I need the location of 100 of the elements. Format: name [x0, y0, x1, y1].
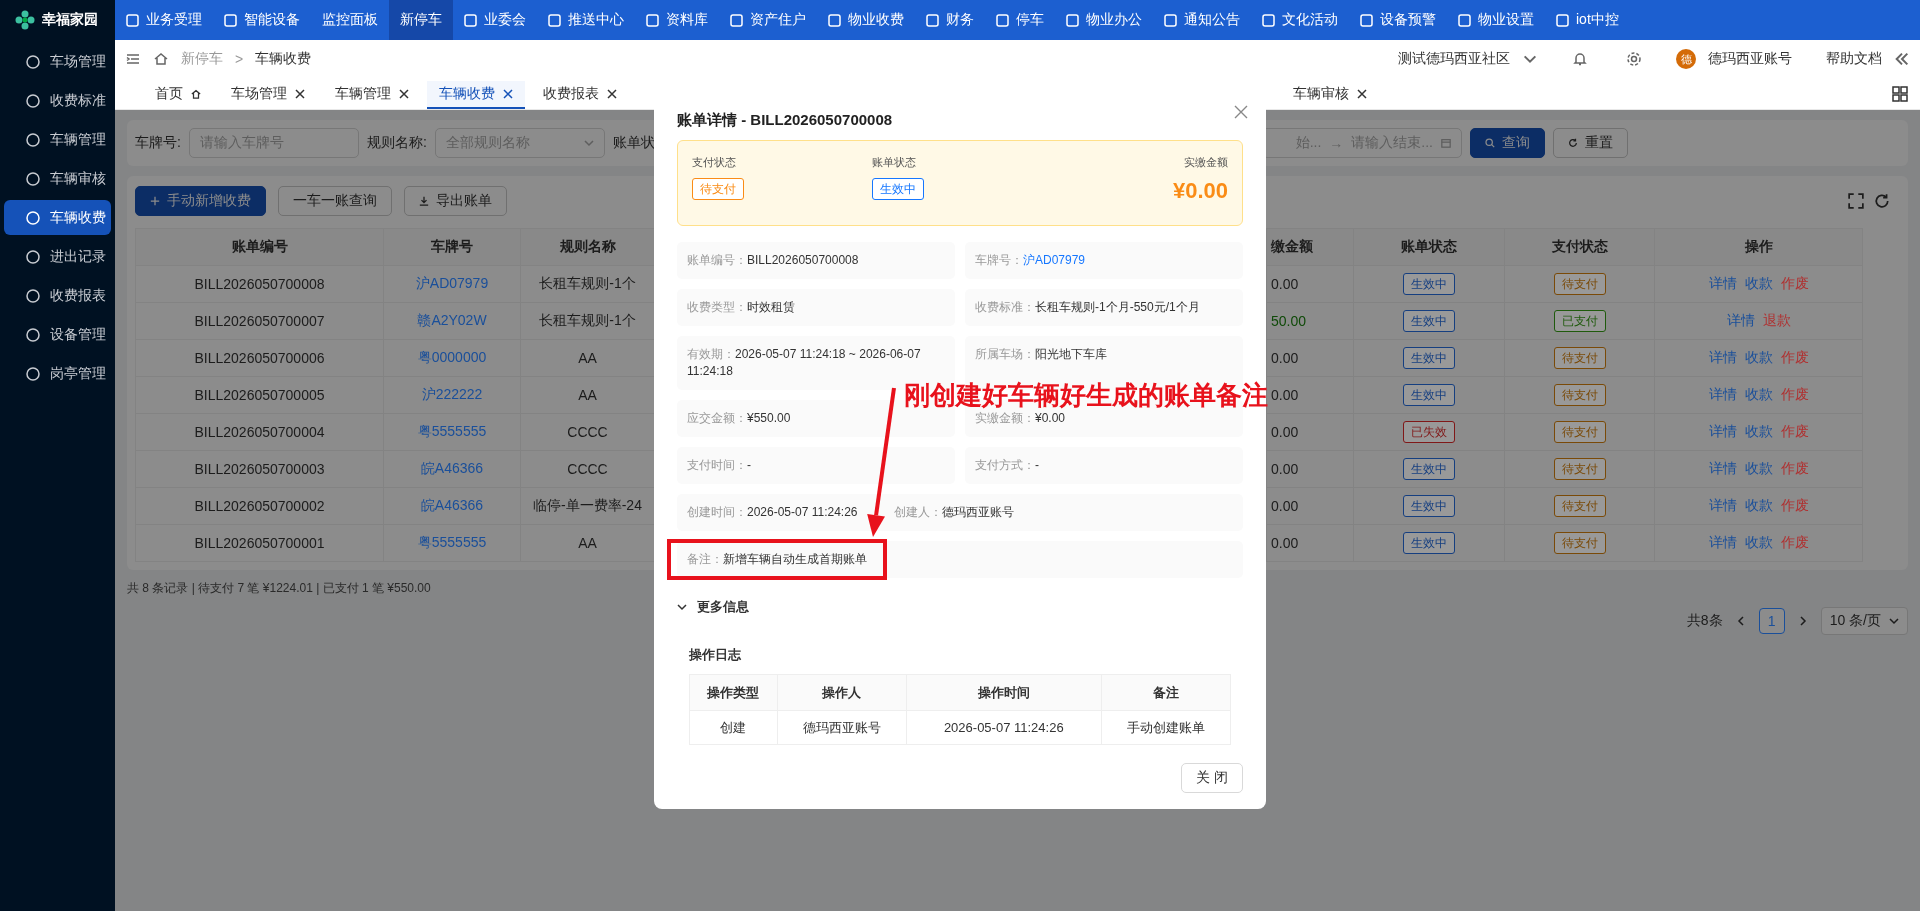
sidebar-item[interactable]: 车辆审核: [4, 161, 111, 196]
square-icon: [646, 13, 659, 27]
nav-menu-item[interactable]: 物业办公: [1055, 0, 1153, 40]
column-header: 缴金额: [1266, 228, 1354, 266]
sidebar-item[interactable]: 收费报表: [4, 278, 111, 313]
nav-menu-item[interactable]: 资料库: [635, 0, 719, 40]
status-tag: 生效中: [1403, 458, 1455, 480]
nav-menu-item[interactable]: 停车: [985, 0, 1055, 40]
double-chevron-icon[interactable]: [1894, 51, 1910, 67]
status-tag: 待支付: [1553, 273, 1606, 295]
table-cell: 德玛西亚账号: [777, 710, 907, 745]
circle-icon: [26, 327, 40, 342]
column-header: 车牌号: [383, 228, 521, 266]
circle-icon: [26, 288, 40, 303]
total-count: 共8条: [1686, 612, 1723, 630]
sidebar-item[interactable]: 设备管理: [4, 317, 111, 352]
field-text: 有效期：2026-05-07 11:24:18 ~ 2026-06-07 11:24:18: [687, 346, 922, 380]
avatar[interactable]: 德: [1676, 49, 1696, 69]
nav-menu-item[interactable]: 业委会: [453, 0, 537, 40]
circle-icon: [26, 249, 40, 264]
close-icon[interactable]: [295, 89, 305, 99]
page-tab[interactable]: 车辆收费: [427, 81, 525, 109]
grid-icon[interactable]: [1892, 85, 1908, 102]
user-name[interactable]: 德玛西亚账号: [1708, 50, 1792, 68]
community-selector[interactable]: 测试德玛西亚社区: [1398, 50, 1510, 68]
circle-icon: [26, 171, 40, 186]
status-tag: 待支付: [692, 178, 744, 200]
field-text: 支付时间：-: [687, 457, 751, 474]
column-header: 备注: [1101, 674, 1231, 711]
sidebar-item[interactable]: 车辆管理: [4, 122, 111, 157]
close-icon[interactable]: [1357, 89, 1367, 99]
status-tag: 生效中: [872, 178, 924, 200]
rule-label: 规则名称:: [366, 134, 427, 152]
nav-menu-item[interactable]: 物业设置: [1447, 0, 1545, 40]
home-icon[interactable]: [153, 51, 169, 67]
column-header: 操作类型: [689, 674, 778, 711]
refresh-icon[interactable]: [1874, 193, 1890, 209]
plate-label: 车牌号:: [135, 134, 181, 152]
nav-menu-item[interactable]: iot中控: [1545, 0, 1630, 40]
close-icon[interactable]: [607, 89, 617, 99]
sidebar-item[interactable]: 岗亭管理: [4, 356, 111, 391]
circle-icon: [26, 54, 40, 69]
page-tab[interactable]: 首页: [143, 81, 213, 109]
page-size-select[interactable]: 10 条/页: [1820, 607, 1908, 635]
field-text: 备注：新增车辆自动生成首期账单: [667, 539, 887, 580]
nav-menu-item[interactable]: 资产住户: [719, 0, 817, 40]
fullscreen-icon[interactable]: [1848, 193, 1864, 209]
sidebar-item[interactable]: 收费标准: [4, 83, 111, 118]
add-button[interactable]: 手动新增收费: [135, 186, 266, 216]
breadcrumb-link[interactable]: 新停车: [181, 50, 223, 68]
page-tab[interactable]: 车辆审核: [1281, 81, 1379, 109]
bell-icon[interactable]: [1572, 51, 1588, 67]
nav-menu-item[interactable]: 智能设备: [213, 0, 311, 40]
field-text: 账单编号：BILL2026050700008: [687, 252, 859, 269]
square-icon: [730, 13, 743, 27]
close-icon[interactable]: [399, 89, 409, 99]
nav-menu-item[interactable]: 业务受理: [115, 0, 213, 40]
square-icon: [1458, 13, 1471, 27]
field-label: 实缴金额: [1184, 155, 1228, 170]
table-cell: BILL2026050700001: [135, 524, 384, 562]
status-tag: 生效中: [1403, 384, 1455, 406]
plus-icon: [150, 196, 160, 206]
nav-menu-item[interactable]: 文化活动: [1251, 0, 1349, 40]
breadcrumb-link[interactable]: 车辆收费: [255, 50, 312, 68]
column-header: 账单编号: [135, 228, 384, 266]
nav-menu-item[interactable]: 监控面板: [311, 0, 389, 40]
nav-menu-item[interactable]: 财务: [915, 0, 985, 40]
page-tab[interactable]: 收费报表: [531, 81, 629, 109]
more-info-toggle[interactable]: 更多信息: [677, 594, 749, 620]
nav-menu-item[interactable]: 推送中心: [537, 0, 635, 40]
status-tag: 待支付: [1553, 458, 1606, 480]
page-tab[interactable]: 车场管理: [219, 81, 317, 109]
table-cell: 手动创建账单: [1101, 710, 1231, 745]
query-button[interactable]: 一车一账查询: [278, 186, 392, 216]
menu-icon[interactable]: [125, 51, 141, 67]
nav-menu-item[interactable]: 新停车: [389, 0, 453, 40]
sidebar-item[interactable]: 车场管理: [4, 44, 111, 79]
caret-icon: [1889, 616, 1899, 626]
column-header: 账单状态: [1353, 228, 1505, 266]
nav-menu-item[interactable]: 设备预警: [1349, 0, 1447, 40]
settings-icon[interactable]: [1626, 51, 1642, 67]
status-tag: 生效中: [1403, 495, 1455, 517]
nav-menu-item[interactable]: 物业收费: [817, 0, 915, 40]
page-tab[interactable]: 车辆管理: [323, 81, 421, 109]
table-cell: BILL2026050700008: [135, 265, 384, 303]
field-text: 创建时间：2026-05-07 11:24:26: [687, 504, 858, 521]
square-icon: [548, 13, 561, 27]
circle-icon: [26, 210, 40, 225]
nav-menu-item[interactable]: 通知公告: [1153, 0, 1251, 40]
close-button[interactable]: 关 闭: [1181, 763, 1243, 793]
help-docs-link[interactable]: 帮助文档: [1826, 50, 1882, 68]
search-button[interactable]: 查询: [1470, 128, 1545, 158]
status-tag: 待支付: [1553, 347, 1606, 369]
sidebar-item[interactable]: 进出记录: [4, 239, 111, 274]
export-button[interactable]: 导出账单: [404, 186, 507, 216]
table-cell: 2026-05-07 11:24:26: [906, 710, 1102, 745]
flower-logo-icon: [14, 9, 36, 31]
reset-button[interactable]: 重置: [1553, 128, 1628, 158]
close-icon[interactable]: [503, 89, 513, 99]
sidebar-item[interactable]: 车辆收费: [4, 200, 111, 235]
